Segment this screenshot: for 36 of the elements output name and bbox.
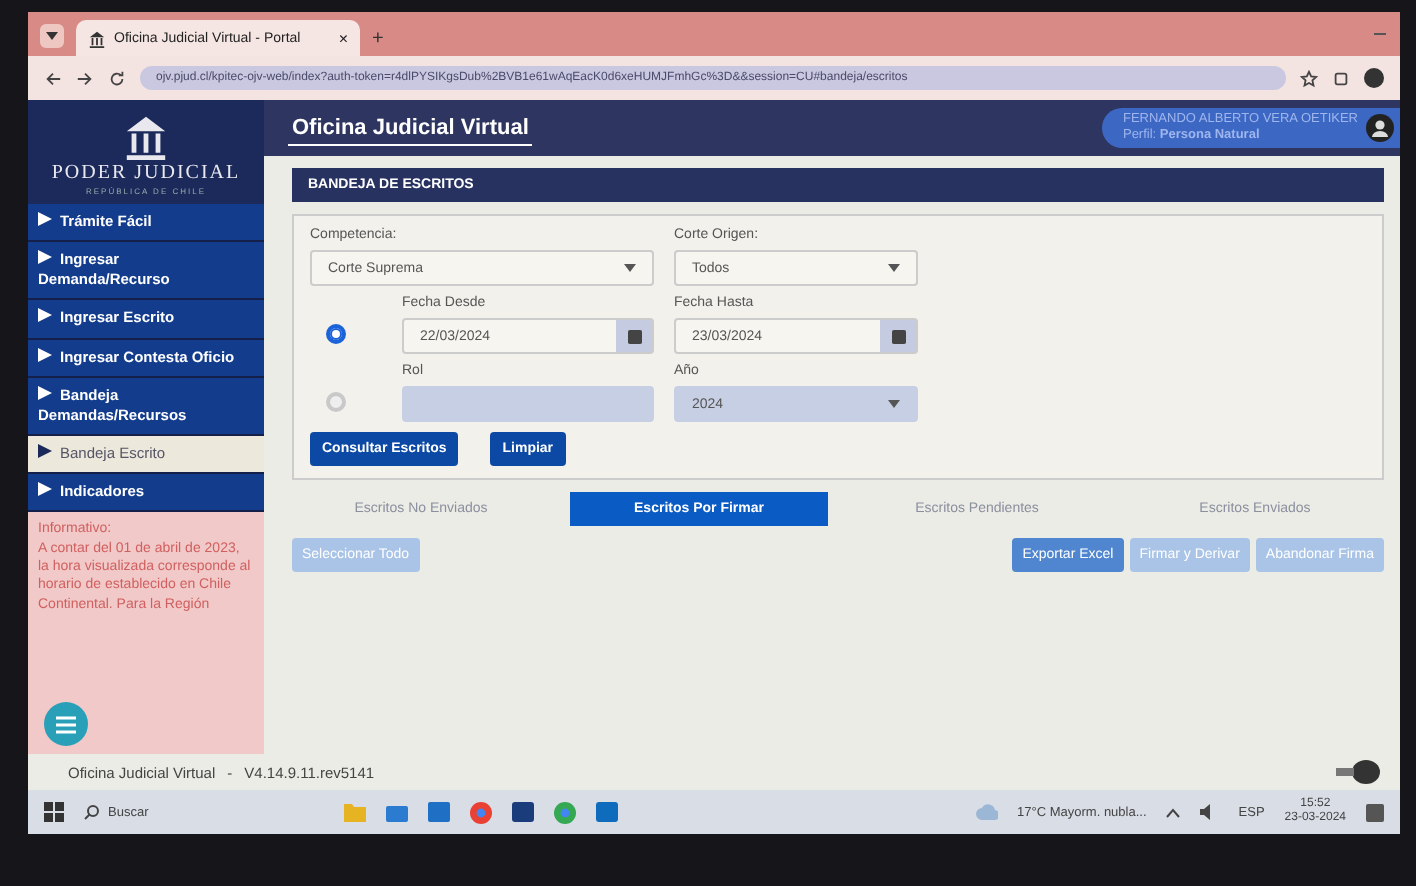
courthouse-icon <box>88 29 106 47</box>
courthouse-logo-icon <box>122 112 170 160</box>
new-tab-button[interactable]: + <box>372 28 384 50</box>
triangle-icon <box>38 443 52 458</box>
caret-down-icon <box>888 264 900 272</box>
caret-down-icon <box>624 264 636 272</box>
cloud-icon <box>975 804 998 820</box>
menu-button[interactable] <box>44 702 88 746</box>
star-icon[interactable] <box>1300 69 1318 87</box>
brand-logo-icon <box>1336 758 1380 786</box>
radio-button[interactable] <box>326 392 346 412</box>
tab-close-button[interactable]: × <box>338 29 348 47</box>
back-arrow-icon[interactable] <box>44 69 62 87</box>
triangle-icon <box>38 308 52 323</box>
browser-icon[interactable] <box>470 801 492 823</box>
triangle-icon <box>38 482 52 496</box>
tab-list-button[interactable] <box>40 24 64 48</box>
windows-start-icon[interactable] <box>44 802 64 822</box>
rol-field[interactable] <box>402 386 654 422</box>
chevron-up-icon[interactable] <box>1166 807 1181 817</box>
radio-button[interactable] <box>326 324 346 344</box>
triangle-icon <box>38 250 52 265</box>
app-title: Oficina Judicial Virtual <box>288 111 533 145</box>
browser-icon[interactable] <box>554 801 576 823</box>
avatar-icon <box>1366 114 1394 142</box>
caret-down-icon <box>888 400 900 408</box>
triangle-icon <box>38 212 52 226</box>
reload-icon[interactable] <box>108 69 126 87</box>
menu-icon <box>56 715 76 733</box>
forward-arrow-icon[interactable] <box>76 69 94 87</box>
triangle-icon <box>38 385 52 400</box>
profile-icon[interactable] <box>1364 68 1384 88</box>
caret-down-icon <box>46 32 58 40</box>
search-icon <box>84 804 100 820</box>
triangle-icon <box>38 347 52 361</box>
logo-text: PODER JUDICIAL <box>51 162 241 184</box>
